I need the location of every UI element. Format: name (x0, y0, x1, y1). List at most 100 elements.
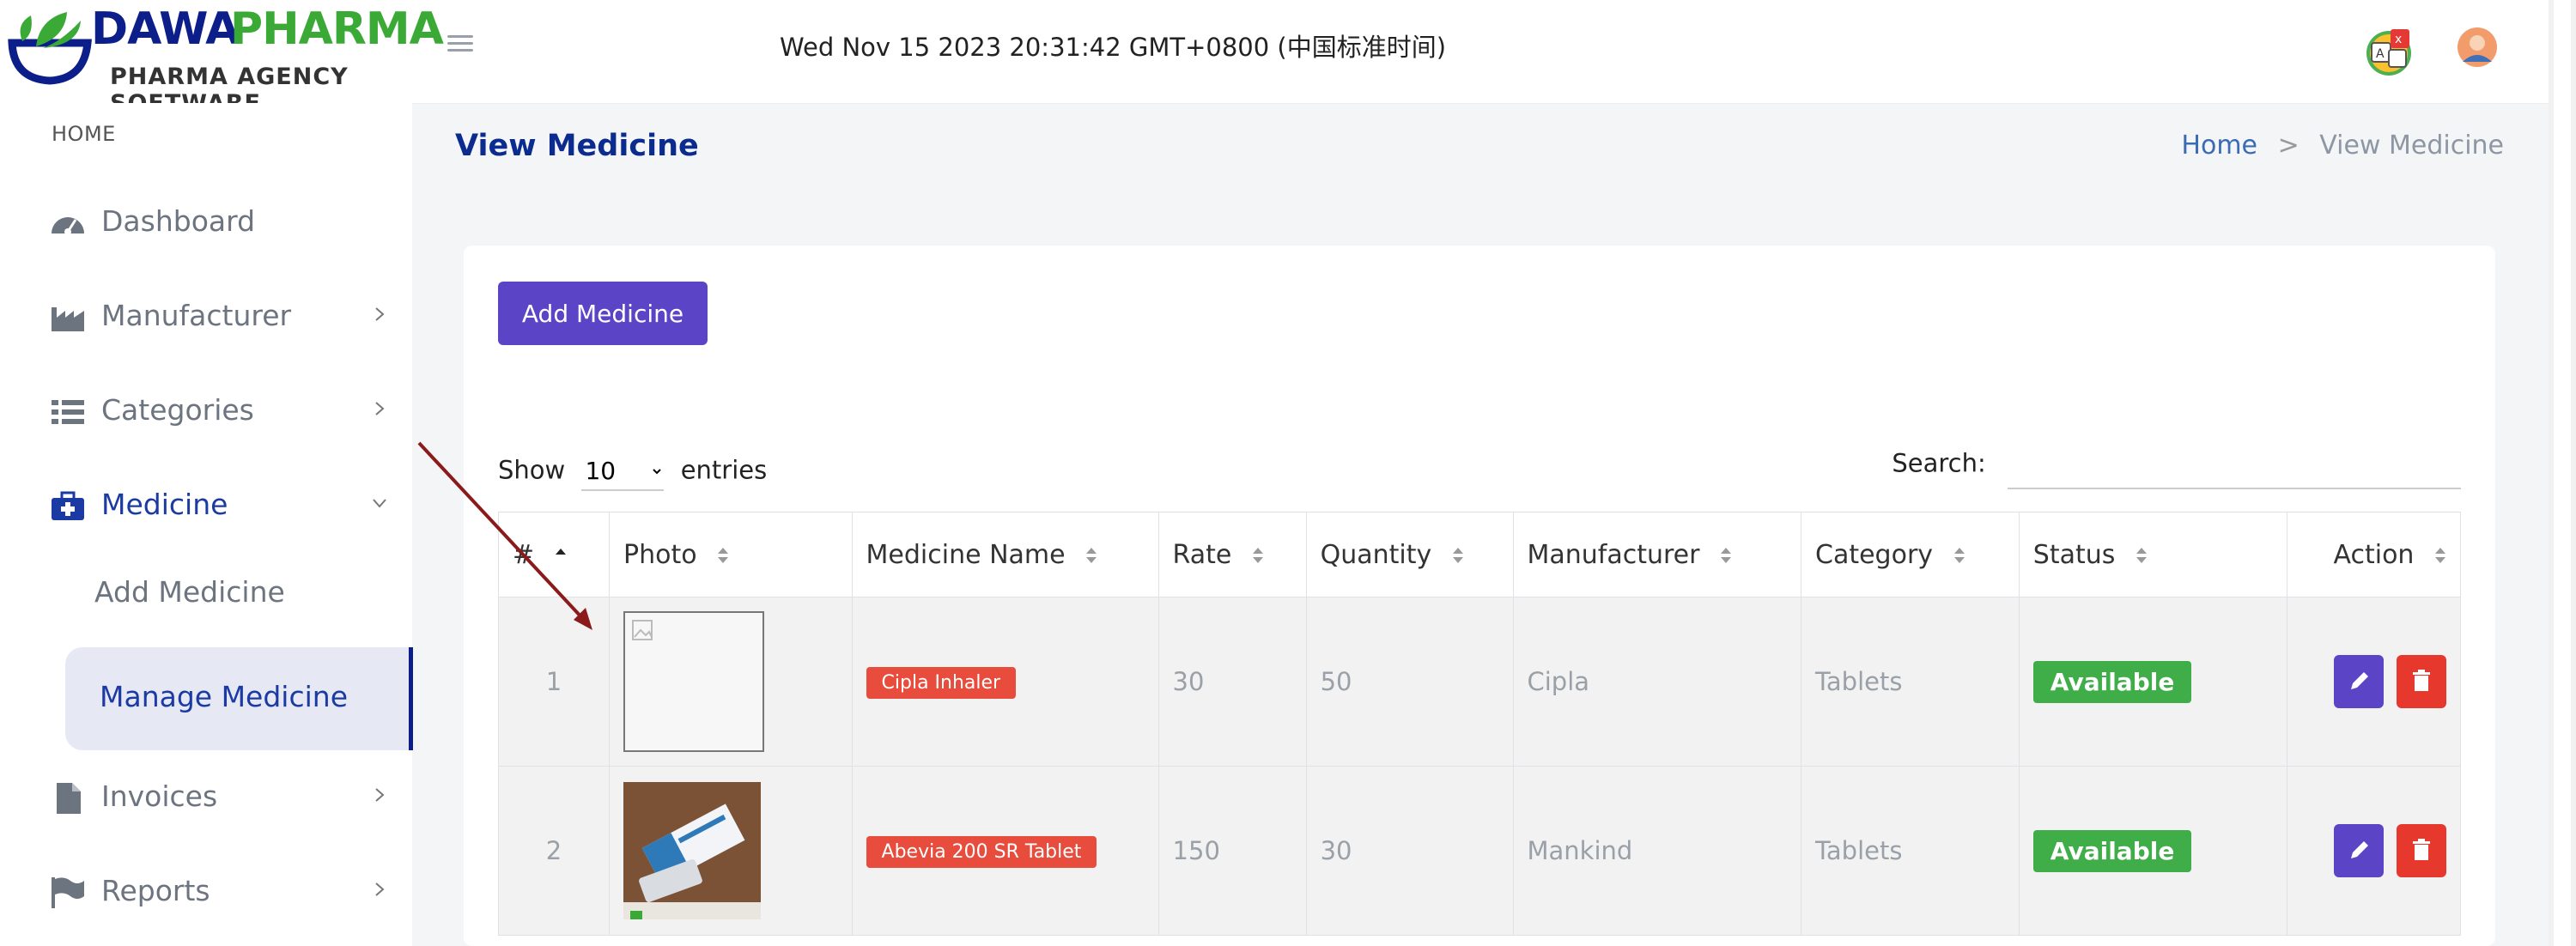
cell-status: Available (2018, 766, 2287, 936)
medicine-pack-image (623, 782, 762, 919)
hamburger-icon[interactable] (447, 31, 473, 57)
sidebar-item-reports[interactable]: Reports (0, 857, 412, 925)
sort-icon (1953, 548, 1965, 563)
sidebar: HOME Dashboard Manufacturer Categories M… (0, 103, 413, 946)
column-header-status[interactable]: Status (2018, 512, 2287, 597)
chevron-right-icon (375, 788, 385, 802)
cell-photo (609, 766, 853, 936)
table-header-row: # Photo Medicine Name Rate Quantity Manu… (497, 512, 2462, 597)
sidebar-item-manufacturer[interactable]: Manufacturer (0, 282, 412, 350)
cell-number: 2 (497, 766, 611, 936)
breadcrumb-home-link[interactable]: Home (2181, 130, 2257, 161)
vertical-scrollbar[interactable] (2549, 0, 2576, 946)
column-header-category[interactable]: Category (1801, 512, 2020, 597)
edit-button[interactable] (2333, 655, 2384, 708)
sort-icon (1252, 548, 1263, 563)
medicine-photo (623, 782, 762, 919)
brand-logo[interactable]: DAWA PHARMA PHARMA AGENCY SOFTWARE (5, 3, 444, 117)
show-label: Show (498, 455, 566, 485)
medicine-name-badge: Abevia 200 SR Tablet (866, 835, 1097, 868)
list-icon (52, 400, 84, 424)
sort-asc-icon (555, 549, 566, 555)
translate-icon[interactable]: A x (2363, 24, 2418, 79)
current-datetime: Wed Nov 15 2023 20:31:42 GMT+0800 (中国标准时… (780, 33, 1447, 62)
sidebar-item-medicine[interactable]: Medicine (0, 470, 412, 539)
delete-button[interactable] (2397, 824, 2446, 877)
flag-icon (52, 877, 84, 908)
chevron-right-icon (375, 882, 385, 896)
column-header-manufacturer[interactable]: Manufacturer (1512, 512, 1801, 597)
chevron-right-icon (375, 307, 385, 321)
trash-icon (2413, 670, 2430, 691)
column-header-quantity[interactable]: Quantity (1305, 512, 1514, 597)
sidebar-item-label: Medicine (101, 488, 228, 521)
sort-icon (718, 548, 729, 563)
sidebar-subitem-label: Add Medicine (94, 575, 285, 609)
svg-text:A: A (2376, 47, 2385, 61)
cell-manufacturer: Mankind (1512, 766, 1801, 936)
search-control: Search: (1892, 448, 2461, 489)
sidebar-item-label: Dashboard (101, 204, 256, 238)
sidebar-item-dashboard[interactable]: Dashboard (0, 187, 412, 256)
factory-icon (52, 307, 84, 331)
broken-image-placeholder (623, 611, 765, 752)
sidebar-subitem-manage-medicine[interactable]: Manage Medicine (65, 647, 413, 750)
pencil-icon (2350, 841, 2368, 858)
edit-button[interactable] (2333, 824, 2384, 877)
sidebar-item-label: Categories (101, 393, 254, 427)
sidebar-item-label: Reports (101, 874, 210, 907)
entries-select[interactable]: 10 (581, 452, 665, 491)
scrollbar-thumb[interactable] (2554, 0, 2571, 946)
column-header-action[interactable]: Action (2286, 512, 2462, 597)
sort-icon (1452, 548, 1463, 563)
sidebar-item-categories[interactable]: Categories (0, 376, 412, 445)
delete-button[interactable] (2397, 655, 2446, 708)
medicine-card: Add Medicine Show 10 entries Search: # P… (464, 246, 2495, 946)
medkit-icon (52, 491, 84, 520)
cell-actions (2286, 597, 2462, 767)
pencil-icon (2350, 672, 2368, 689)
broken-image-icon (632, 620, 653, 640)
search-label: Search: (1892, 448, 1986, 478)
sort-icon (1086, 548, 1097, 563)
breadcrumb-separator: > (2277, 130, 2300, 161)
cell-rate: 150 (1157, 766, 1307, 936)
entries-length-control: Show 10 entries (498, 452, 767, 491)
dashboard-icon (52, 217, 84, 235)
sidebar-item-label: Manufacturer (101, 299, 292, 332)
chevron-down-icon (373, 499, 386, 508)
cell-category: Tablets (1801, 766, 2020, 936)
cell-photo (609, 597, 853, 767)
svg-text:x: x (2395, 33, 2402, 46)
brand-name-secondary: PHARMA (230, 3, 444, 55)
cell-quantity: 50 (1305, 597, 1514, 767)
sidebar-heading: HOME (52, 122, 116, 146)
breadcrumb: Home > View Medicine (2181, 130, 2504, 161)
page-title: View Medicine (455, 129, 699, 163)
table-row: 2 Abevia 200 SR Tablet 150 30 Mankind Ta… (497, 766, 2462, 936)
status-badge: Available (2032, 660, 2192, 703)
sidebar-subitem-label: Manage Medicine (100, 680, 348, 713)
add-medicine-button[interactable]: Add Medicine (498, 282, 708, 345)
column-header-photo[interactable]: Photo (609, 512, 853, 597)
sidebar-item-invoices[interactable]: Invoices (0, 762, 412, 831)
sort-icon (1721, 548, 1732, 563)
trash-icon (2413, 839, 2430, 860)
cell-medicine-name: Cipla Inhaler (851, 597, 1159, 767)
medicine-table: # Photo Medicine Name Rate Quantity Manu… (497, 512, 2462, 936)
sidebar-subitem-add-medicine[interactable]: Add Medicine (65, 548, 412, 642)
column-header-medicine-name[interactable]: Medicine Name (851, 512, 1159, 597)
cell-quantity: 30 (1305, 766, 1514, 936)
user-avatar[interactable] (2458, 27, 2497, 67)
cell-rate: 30 (1157, 597, 1307, 767)
top-header: DAWA PHARMA PHARMA AGENCY SOFTWARE Wed N… (0, 0, 2549, 117)
column-header-number[interactable]: # (497, 512, 611, 597)
column-header-rate[interactable]: Rate (1157, 512, 1307, 597)
cell-manufacturer: Cipla (1512, 597, 1801, 767)
search-input[interactable] (2008, 448, 2461, 489)
brand-name-primary: DAWA (91, 3, 240, 55)
sidebar-item-label: Invoices (101, 779, 218, 813)
medicine-name-badge: Cipla Inhaler (866, 666, 1017, 699)
sort-icon (2136, 548, 2147, 563)
entries-label: entries (680, 455, 768, 485)
